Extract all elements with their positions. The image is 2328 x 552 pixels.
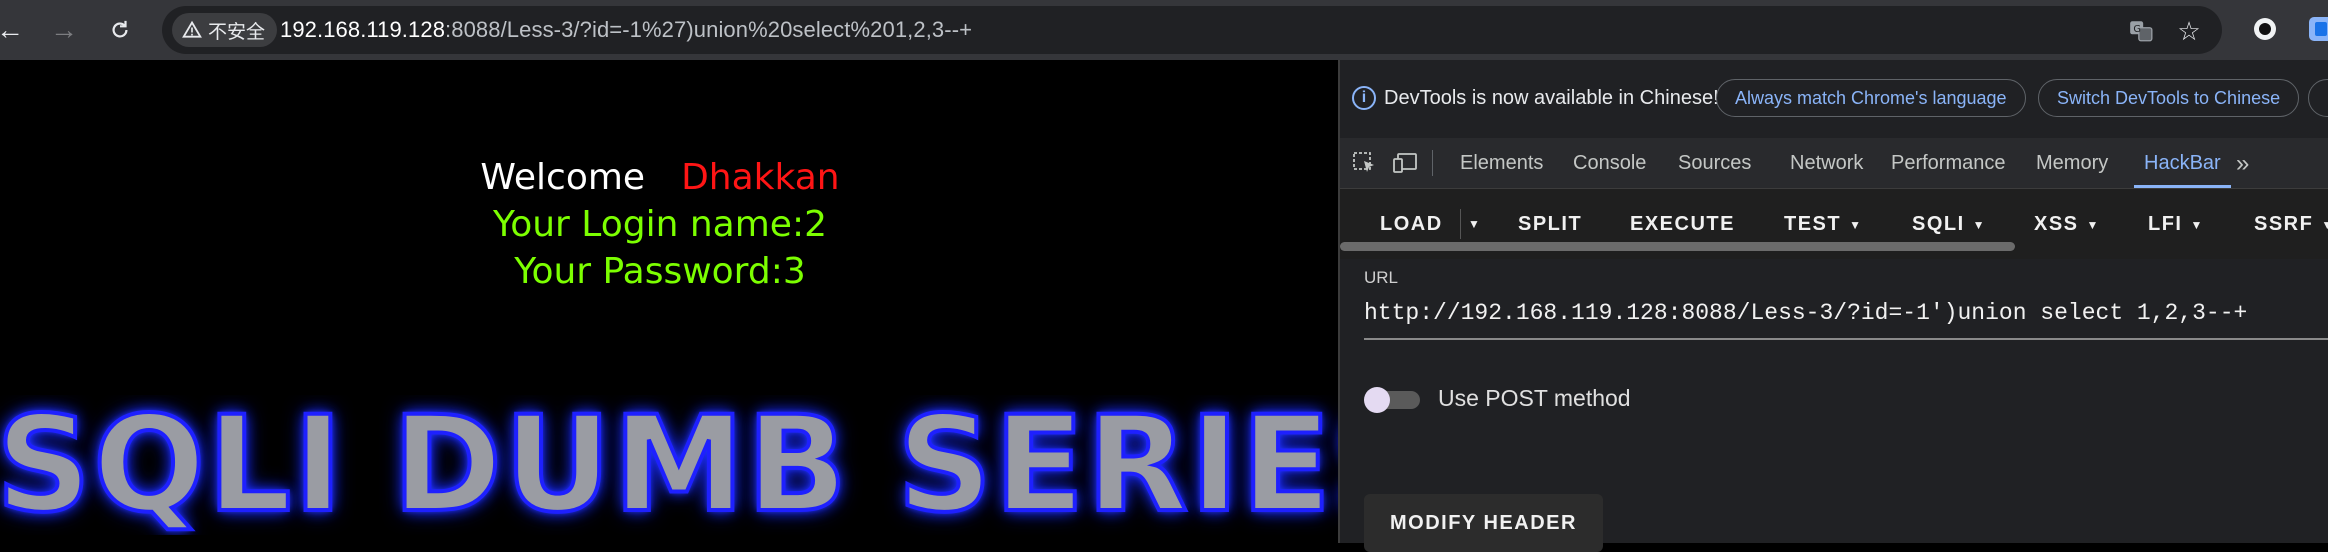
address-bar[interactable]: 不安全 192.168.119.128:8088/Less-3/?id=-1%2… xyxy=(162,6,2222,54)
modify-header-button[interactable]: MODIFY HEADER xyxy=(1364,494,1603,552)
lfi-menu-button[interactable]: LFI ▼ xyxy=(2148,189,2204,259)
user-name: Dhakkan xyxy=(681,157,840,198)
hackbar-toolbar-scrollbar[interactable] xyxy=(1340,242,2015,251)
toggle-knob xyxy=(1364,387,1390,413)
address-url[interactable]: 192.168.119.128:8088/Less-3/?id=-1%27)un… xyxy=(280,17,972,43)
tab-sources[interactable]: Sources xyxy=(1678,138,1751,188)
extension-icon[interactable] xyxy=(2250,14,2280,44)
warning-icon xyxy=(182,20,202,38)
switch-to-chinese-button[interactable]: Switch DevTools to Chinese xyxy=(2038,79,2300,117)
profile-icon[interactable] xyxy=(2306,14,2328,44)
info-icon: i xyxy=(1352,86,1376,110)
ssrf-menu-button[interactable]: SSRF ▼ xyxy=(2254,189,2328,259)
ssrf-label: SSRF xyxy=(2254,213,2314,235)
info-message: DevTools is now available in Chinese! xyxy=(1384,87,1719,109)
test-caret-icon: ▼ xyxy=(1849,217,1863,232)
inspect-element-icon[interactable] xyxy=(1352,151,1378,175)
ssrf-caret-icon: ▼ xyxy=(2321,218,2328,232)
devtools-info-bar: i DevTools is now available in Chinese! … xyxy=(1340,60,2328,139)
load-divider xyxy=(1460,209,1461,239)
sqli-label: SQLI xyxy=(1912,213,1965,235)
post-method-toggle[interactable] xyxy=(1364,387,1422,413)
tab-performance[interactable]: Performance xyxy=(1891,138,2006,188)
tab-memory[interactable]: Memory xyxy=(2036,138,2108,188)
tab-hackbar[interactable]: HackBar xyxy=(2134,138,2231,188)
welcome-line: Welcome Dhakkan xyxy=(0,155,1320,201)
forward-arrow-icon[interactable]: → xyxy=(46,12,82,48)
device-toolbar-icon[interactable] xyxy=(1392,151,1418,175)
login-name-line: Your Login name:2 xyxy=(493,204,827,245)
post-method-label: Use POST method xyxy=(1438,385,1631,411)
always-match-language-button[interactable]: Always match Chrome's language xyxy=(1716,79,2026,117)
lfi-label: LFI xyxy=(2148,213,2183,235)
lfi-caret-icon: ▼ xyxy=(2190,217,2204,232)
more-tabs-icon[interactable]: » xyxy=(2236,150,2249,178)
password-line: Your Password:3 xyxy=(514,251,806,292)
xss-label: XSS xyxy=(2034,213,2079,235)
sqli-caret-icon: ▼ xyxy=(1972,217,1987,232)
security-chip[interactable]: 不安全 xyxy=(172,13,278,47)
overflow-button[interactable] xyxy=(2308,79,2328,117)
url-path: :8088/Less-3/?id=-1%27)union%20select%20… xyxy=(445,17,973,42)
page-content: Welcome Dhakkan Your Login name:2 Your Pa… xyxy=(0,60,1338,543)
back-arrow-icon[interactable]: ← xyxy=(0,12,28,48)
tab-elements[interactable]: Elements xyxy=(1460,138,1543,188)
devtools-panel: i DevTools is now available in Chinese! … xyxy=(1338,60,2328,552)
xss-caret-icon: ▼ xyxy=(2086,217,2100,232)
url-input[interactable]: http://192.168.119.128:8088/Less-3/?id=-… xyxy=(1364,292,2328,340)
browser-toolbar: ← → 不安全 192.168.119.128:8088/Less-3/?id=… xyxy=(0,0,2328,60)
tab-console[interactable]: Console xyxy=(1573,138,1646,188)
xss-menu-button[interactable]: XSS ▼ xyxy=(2034,189,2100,259)
security-label: 不安全 xyxy=(208,21,266,43)
translate-icon[interactable]: G xyxy=(2128,18,2154,44)
test-label: TEST xyxy=(1784,213,1842,235)
devtools-tabs: Elements Console Sources Network Perform… xyxy=(1340,138,2328,189)
welcome-text: Welcome xyxy=(480,157,646,198)
bookmark-star-icon[interactable]: ☆ xyxy=(2176,16,2202,46)
url-host: 192.168.119.128 xyxy=(280,17,446,42)
tab-network[interactable]: Network xyxy=(1790,138,1863,188)
sqli-banner: SQLI DUMB SERIES xyxy=(0,395,1338,535)
tab-separator xyxy=(1432,150,1433,176)
reload-icon[interactable] xyxy=(102,12,138,48)
url-label: URL xyxy=(1364,268,1399,287)
banner-text: SQLI DUMB SERIES xyxy=(0,395,1338,535)
svg-text:G: G xyxy=(2133,24,2141,35)
